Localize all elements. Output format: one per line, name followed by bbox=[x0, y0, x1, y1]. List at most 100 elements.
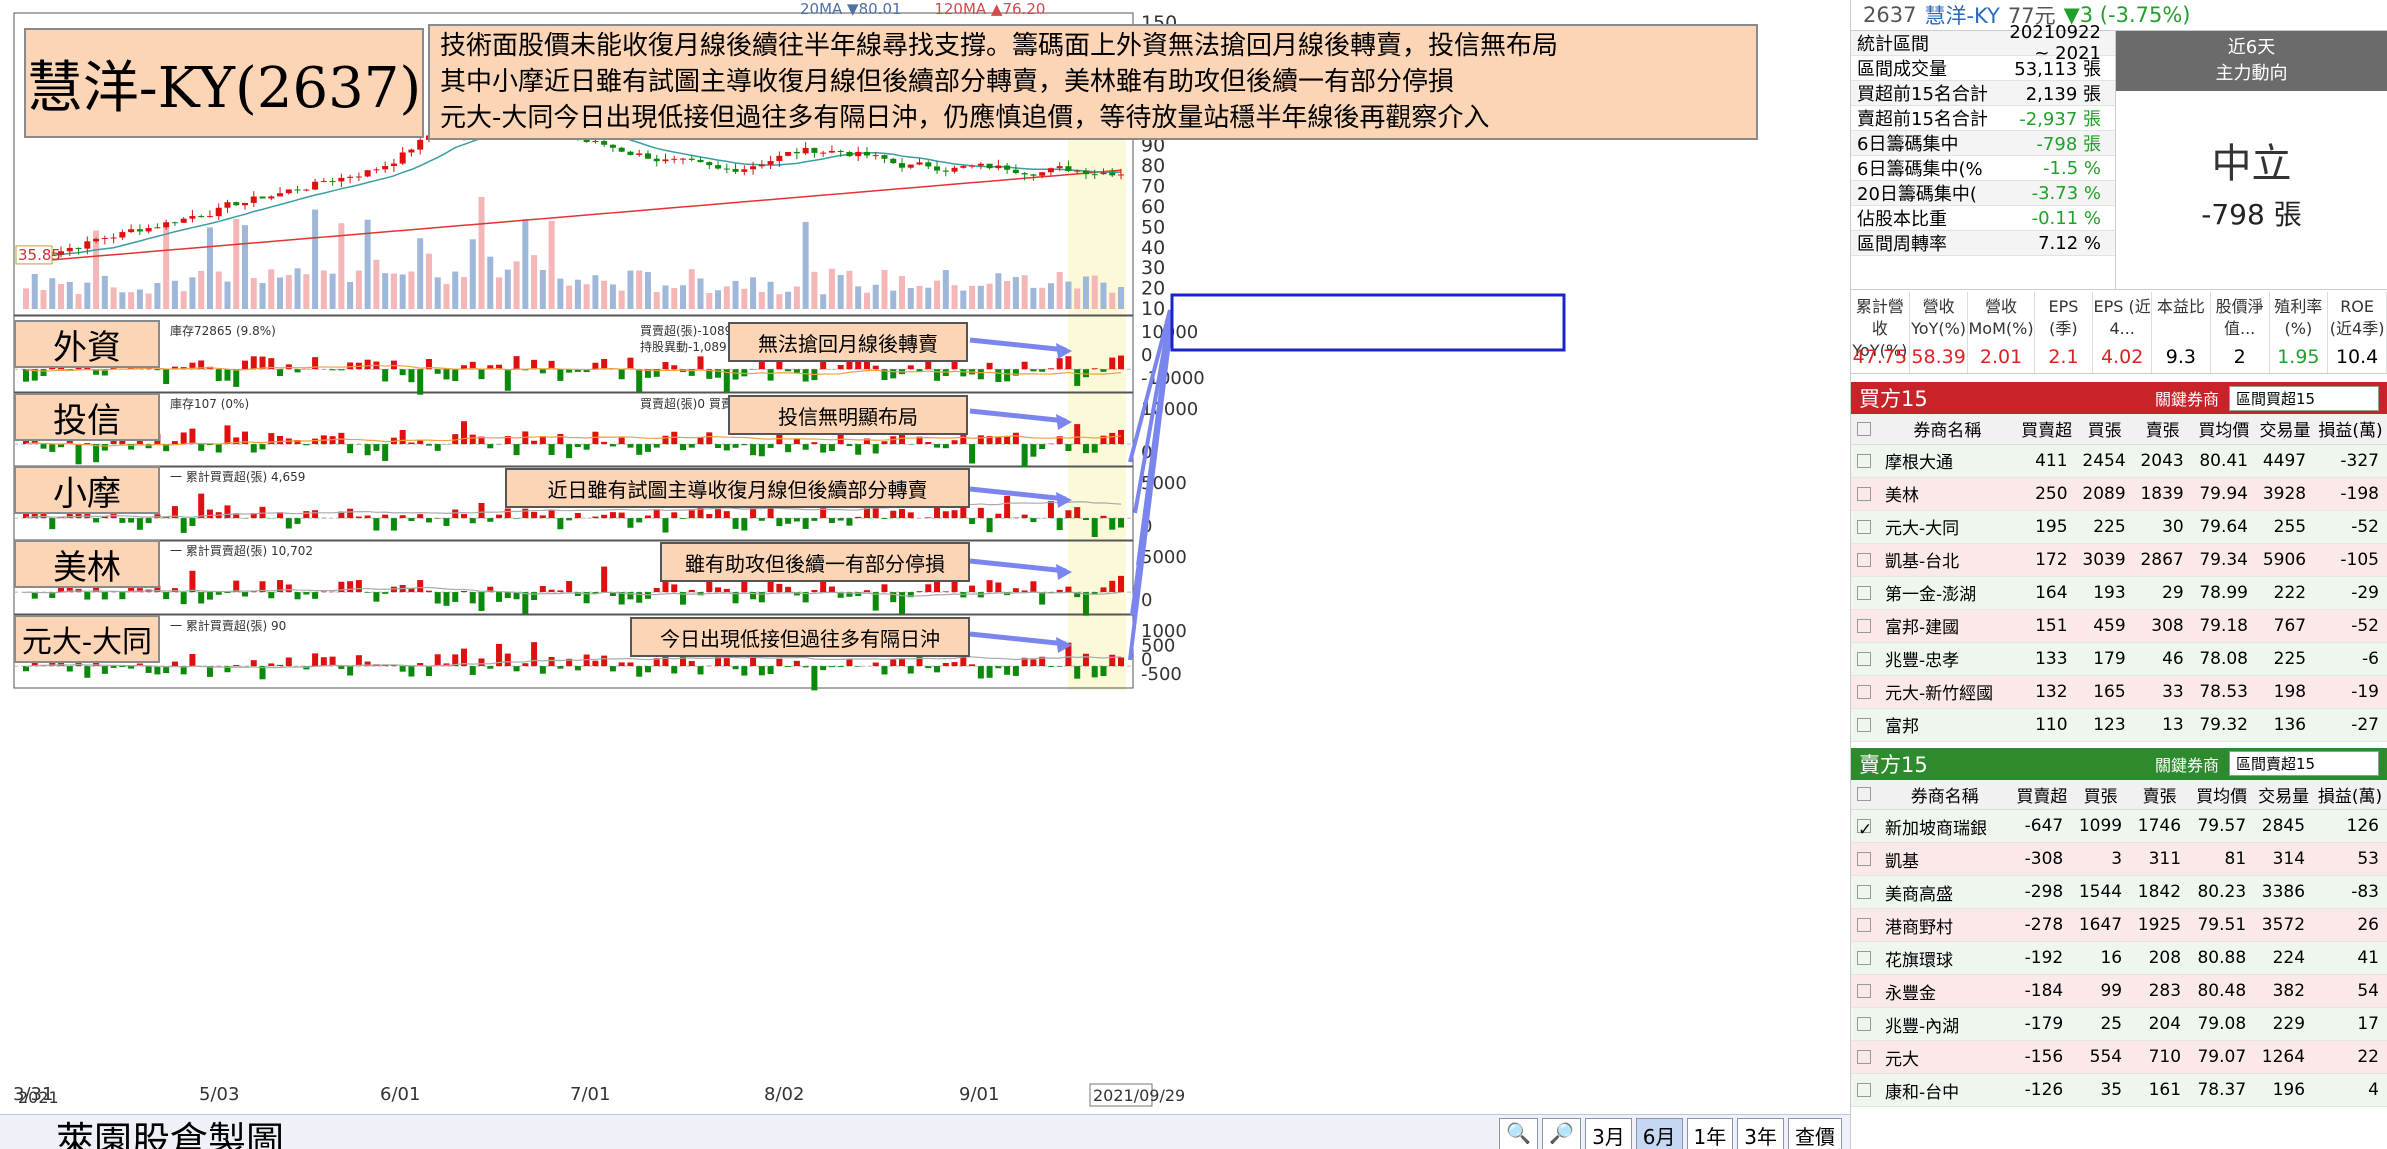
broker-row[interactable]: 富邦 110 123 13 79.32 136 -27 bbox=[1851, 708, 2387, 742]
chip-bar bbox=[758, 666, 765, 676]
broker-row[interactable]: 元大-大同 195 225 30 79.64 255 -52 bbox=[1851, 510, 2387, 544]
row-checkbox[interactable] bbox=[1857, 585, 1871, 600]
candle-body bbox=[224, 202, 231, 208]
column-header[interactable]: 賣張 bbox=[2133, 414, 2192, 445]
chip-bar bbox=[1012, 666, 1019, 676]
broker-name: 新加坡商瑞銀 bbox=[1877, 809, 2013, 843]
range-3y-button[interactable]: 3年 bbox=[1737, 1118, 1784, 1149]
row-checkbox[interactable] bbox=[1857, 717, 1871, 732]
column-header[interactable]: 買賣超 bbox=[2017, 414, 2076, 445]
chip-bar bbox=[198, 444, 205, 451]
column-header[interactable]: 買均價 bbox=[2191, 414, 2256, 445]
row-checkbox[interactable] bbox=[1857, 519, 1871, 534]
chip-bar bbox=[434, 518, 441, 519]
chip-bar bbox=[872, 592, 879, 611]
zoom-out-button[interactable]: 🔍 bbox=[1499, 1118, 1539, 1149]
range-1y-button[interactable]: 1年 bbox=[1686, 1118, 1734, 1149]
volume-bar bbox=[1118, 287, 1124, 309]
chip-bar bbox=[487, 666, 494, 669]
candle-body bbox=[364, 170, 371, 177]
column-header[interactable]: 買均價 bbox=[2189, 779, 2255, 810]
ma120-label: 120MA ▲76.20 bbox=[934, 0, 1046, 18]
chip-bar bbox=[557, 433, 564, 445]
chip-bar bbox=[715, 444, 722, 448]
broker-row[interactable]: 元大 -156 554 710 79.07 1264 22 bbox=[1851, 1040, 2387, 1074]
broker-row[interactable]: 花旗環球 -192 16 208 80.88 224 41 bbox=[1851, 941, 2387, 975]
broker-row[interactable]: 美林 250 2089 1839 79.94 3928 -198 bbox=[1851, 477, 2387, 511]
chip-bar bbox=[312, 592, 319, 599]
row-checkbox[interactable] bbox=[1857, 1083, 1871, 1097]
chip-bar bbox=[1082, 653, 1089, 667]
chip-bar bbox=[872, 444, 879, 454]
row-checkbox[interactable] bbox=[1857, 1017, 1871, 1031]
chip-bar bbox=[828, 518, 835, 523]
broker-row[interactable]: 摩根大通 411 2454 2043 80.41 4497 -327 bbox=[1851, 444, 2387, 478]
column-header[interactable]: 買張 bbox=[2071, 779, 2131, 810]
panel-comment-1: 無法搶回月線後轉賣 bbox=[728, 322, 968, 362]
broker-cell: 81 bbox=[2189, 842, 2255, 876]
broker-row[interactable]: ✓ 新加坡商瑞銀 -647 1099 1746 79.57 2845 126 bbox=[1851, 809, 2387, 843]
broker-row[interactable]: 富邦-建國 151 459 308 79.18 767 -52 bbox=[1851, 609, 2387, 643]
broker-row[interactable]: 第一金-澎湖 164 193 29 78.99 222 -29 bbox=[1851, 576, 2387, 610]
column-header[interactable]: 交易量 bbox=[2255, 414, 2315, 445]
row-checkbox[interactable] bbox=[1857, 951, 1871, 965]
broker-row[interactable]: 兆豐-內湖 -179 25 204 79.08 229 17 bbox=[1851, 1007, 2387, 1041]
chip-bar bbox=[986, 666, 993, 678]
candle-body bbox=[259, 196, 266, 199]
row-checkbox[interactable] bbox=[1857, 651, 1871, 666]
column-header[interactable]: 交易量 bbox=[2254, 779, 2314, 810]
chip-bar bbox=[890, 592, 897, 603]
volume-bar bbox=[548, 220, 555, 309]
row-checkbox[interactable] bbox=[1857, 486, 1871, 501]
broker-row[interactable]: 元大-新竹經國 132 165 33 78.53 198 -19 bbox=[1851, 675, 2387, 709]
column-header[interactable]: 損益(萬) bbox=[2314, 414, 2387, 445]
chip-bar bbox=[855, 666, 862, 667]
chip-bar bbox=[986, 362, 993, 370]
column-header[interactable]: 損益(萬) bbox=[2313, 779, 2387, 810]
row-checkbox[interactable] bbox=[1857, 1050, 1871, 1064]
broker-cell: 78.08 bbox=[2191, 642, 2256, 676]
volume-bar bbox=[618, 290, 625, 309]
row-checkbox[interactable] bbox=[1857, 984, 1871, 998]
chip-bar bbox=[899, 509, 905, 519]
column-header[interactable]: 買賣超 bbox=[2012, 779, 2072, 810]
row-checkbox[interactable] bbox=[1857, 453, 1871, 468]
chip-bar bbox=[644, 515, 651, 519]
row-checkbox[interactable] bbox=[1857, 684, 1871, 699]
mood-value: -798 張 bbox=[2201, 198, 2302, 231]
row-checkbox[interactable] bbox=[1857, 618, 1871, 633]
range-3m-button[interactable]: 3月 bbox=[1585, 1118, 1632, 1149]
broker-row[interactable]: 康和-台中 -126 35 161 78.37 196 4 bbox=[1851, 1073, 2387, 1107]
fund-cell: 營收 YoY(%) 58.39 bbox=[1910, 292, 1969, 373]
row-checkbox[interactable] bbox=[1857, 552, 1871, 567]
broker-row[interactable]: 美商高盛 -298 1544 1842 80.23 3386 -83 bbox=[1851, 875, 2387, 909]
broker-row[interactable]: 港商野村 -278 1647 1925 79.51 3572 26 bbox=[1851, 908, 2387, 942]
chip-bar bbox=[355, 655, 362, 667]
row-checkbox[interactable] bbox=[1857, 918, 1871, 932]
chip-bar bbox=[925, 442, 932, 445]
broker-row[interactable]: 兆豐-忠孝 133 179 46 78.08 225 -6 bbox=[1851, 642, 2387, 676]
buy-range-select[interactable]: 區間買超15 bbox=[2229, 385, 2379, 411]
chip-bar bbox=[303, 511, 310, 519]
broker-cell: 308 bbox=[2133, 609, 2192, 643]
range-6m-button[interactable]: 6月 bbox=[1635, 1118, 1683, 1149]
column-header[interactable]: 賣張 bbox=[2130, 779, 2190, 810]
row-checkbox[interactable] bbox=[1857, 885, 1871, 899]
row-checkbox[interactable]: ✓ bbox=[1857, 819, 1872, 840]
broker-row[interactable]: 永豐金 -184 99 283 80.48 382 54 bbox=[1851, 974, 2387, 1008]
broker-row[interactable]: 凱基-台北 172 3039 2867 79.34 5906 -105 bbox=[1851, 543, 2387, 577]
chip-bar bbox=[268, 663, 275, 667]
zoom-in-button[interactable]: 🔎 bbox=[1542, 1118, 1582, 1149]
query-price-button[interactable]: 查價 bbox=[1788, 1118, 1842, 1149]
chip-bar bbox=[469, 518, 476, 524]
chip-bar bbox=[618, 369, 625, 380]
candle-body bbox=[750, 166, 757, 170]
sell-range-select[interactable]: 區間賣超15 bbox=[2229, 751, 2379, 776]
broker-row[interactable]: 凱基 -308 3 311 81 314 53 bbox=[1851, 842, 2387, 876]
chip-bar bbox=[548, 589, 555, 593]
column-header[interactable]: 買張 bbox=[2075, 414, 2134, 445]
chip-bar bbox=[1004, 666, 1011, 675]
row-checkbox[interactable] bbox=[1857, 852, 1871, 866]
column-header[interactable]: 券商名稱 bbox=[1877, 414, 2018, 445]
column-header[interactable]: 券商名稱 bbox=[1877, 779, 2013, 810]
